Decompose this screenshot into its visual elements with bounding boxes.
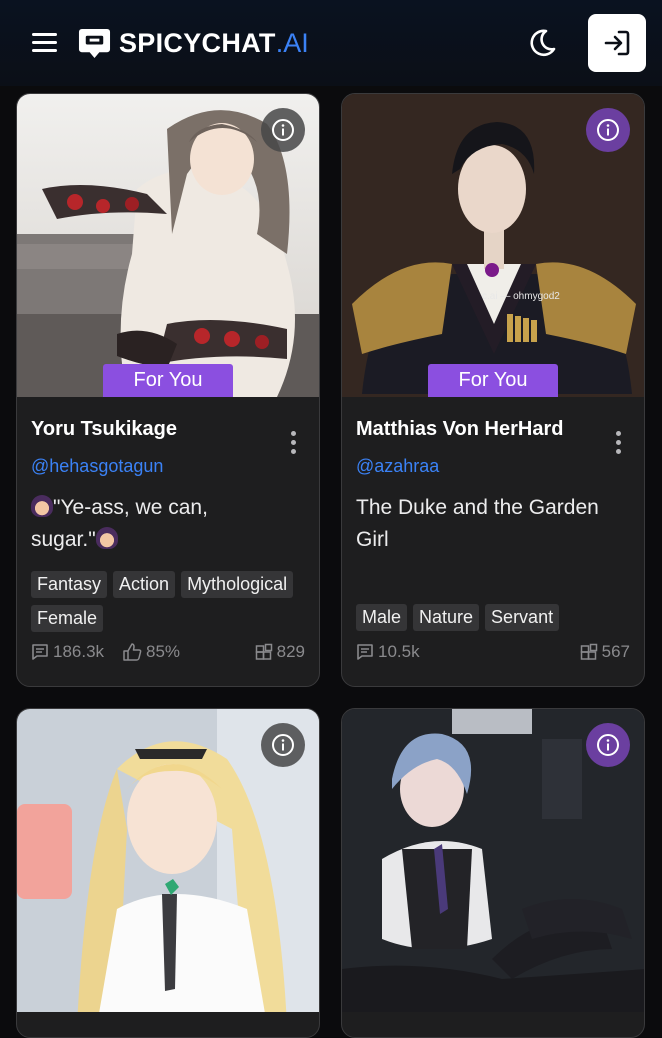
tag[interactable]: Male bbox=[356, 604, 408, 631]
stats-row: 186.3k 85% 829 bbox=[31, 642, 305, 666]
messages-stat: 186.3k bbox=[31, 642, 104, 662]
thumbs-up-icon bbox=[123, 643, 142, 661]
tag-list: Male Nature Servant bbox=[356, 604, 636, 631]
for-you-badge: For You bbox=[103, 364, 233, 397]
more-options-icon[interactable] bbox=[291, 431, 297, 457]
bots-stat: 567 bbox=[580, 642, 630, 662]
character-name: Matthias Von HerHard bbox=[356, 418, 564, 440]
chat-icon bbox=[32, 644, 48, 660]
stats-row: 10.5k 567 bbox=[356, 642, 630, 666]
character-image bbox=[17, 709, 319, 1012]
info-button[interactable] bbox=[586, 723, 630, 767]
blocks-icon bbox=[580, 643, 597, 660]
for-you-badge: For You bbox=[428, 364, 558, 397]
character-card[interactable] bbox=[341, 708, 645, 1038]
messages-stat: 10.5k bbox=[356, 642, 420, 662]
login-icon bbox=[604, 30, 630, 56]
tag[interactable]: Female bbox=[31, 605, 104, 632]
tag[interactable]: Nature bbox=[413, 604, 480, 631]
more-options-icon[interactable] bbox=[616, 431, 622, 457]
tag[interactable]: Servant bbox=[485, 604, 560, 631]
image-watermark: c.ai — ohmygod2 bbox=[482, 291, 560, 302]
character-card[interactable] bbox=[16, 708, 320, 1038]
character-description: The Duke and the Garden Girl bbox=[356, 496, 599, 551]
character-card[interactable]: For You Yoru Tsukikage @hehasgotagun "Ye… bbox=[16, 93, 320, 687]
tag[interactable]: Mythological bbox=[181, 571, 294, 598]
brand-suffix: .AI bbox=[275, 27, 309, 58]
top-header: SPICYCHAT .AI bbox=[0, 0, 662, 86]
bots-stat: 829 bbox=[255, 642, 305, 662]
emoji-icon bbox=[31, 495, 53, 517]
character-image bbox=[342, 709, 644, 1012]
info-button[interactable] bbox=[586, 108, 630, 152]
character-description: "Ye-ass, we can, sugar." bbox=[31, 495, 208, 551]
likes-stat: 85% bbox=[123, 642, 180, 662]
emoji-icon bbox=[95, 527, 118, 549]
brand-name: SPICYCHAT bbox=[119, 27, 276, 58]
chat-bubble-logo-icon bbox=[78, 28, 111, 58]
tag[interactable]: Action bbox=[113, 571, 176, 598]
creator-link[interactable]: @azahraa bbox=[356, 456, 439, 477]
menu-icon[interactable] bbox=[32, 31, 58, 53]
tag[interactable]: Fantasy bbox=[31, 571, 108, 598]
character-name: Yoru Tsukikage bbox=[31, 418, 177, 440]
info-icon bbox=[272, 734, 294, 756]
login-button[interactable] bbox=[588, 14, 646, 72]
creator-link[interactable]: @hehasgotagun bbox=[31, 456, 163, 477]
blocks-icon bbox=[255, 643, 272, 660]
info-button[interactable] bbox=[261, 108, 305, 152]
chat-icon bbox=[357, 644, 373, 660]
brand-logo[interactable]: SPICYCHAT .AI bbox=[78, 25, 309, 61]
info-icon bbox=[597, 119, 619, 141]
character-card[interactable]: c.ai — ohmygod2 For You Matthias Von Her… bbox=[341, 93, 645, 687]
info-icon bbox=[597, 734, 619, 756]
info-button[interactable] bbox=[261, 723, 305, 767]
info-icon bbox=[272, 119, 294, 141]
character-image: c.ai — ohmygod2 For You bbox=[342, 94, 644, 397]
character-image: For You bbox=[17, 94, 319, 397]
moon-icon[interactable] bbox=[526, 27, 558, 59]
tag-list: Fantasy Action Mythological Female bbox=[31, 571, 311, 632]
